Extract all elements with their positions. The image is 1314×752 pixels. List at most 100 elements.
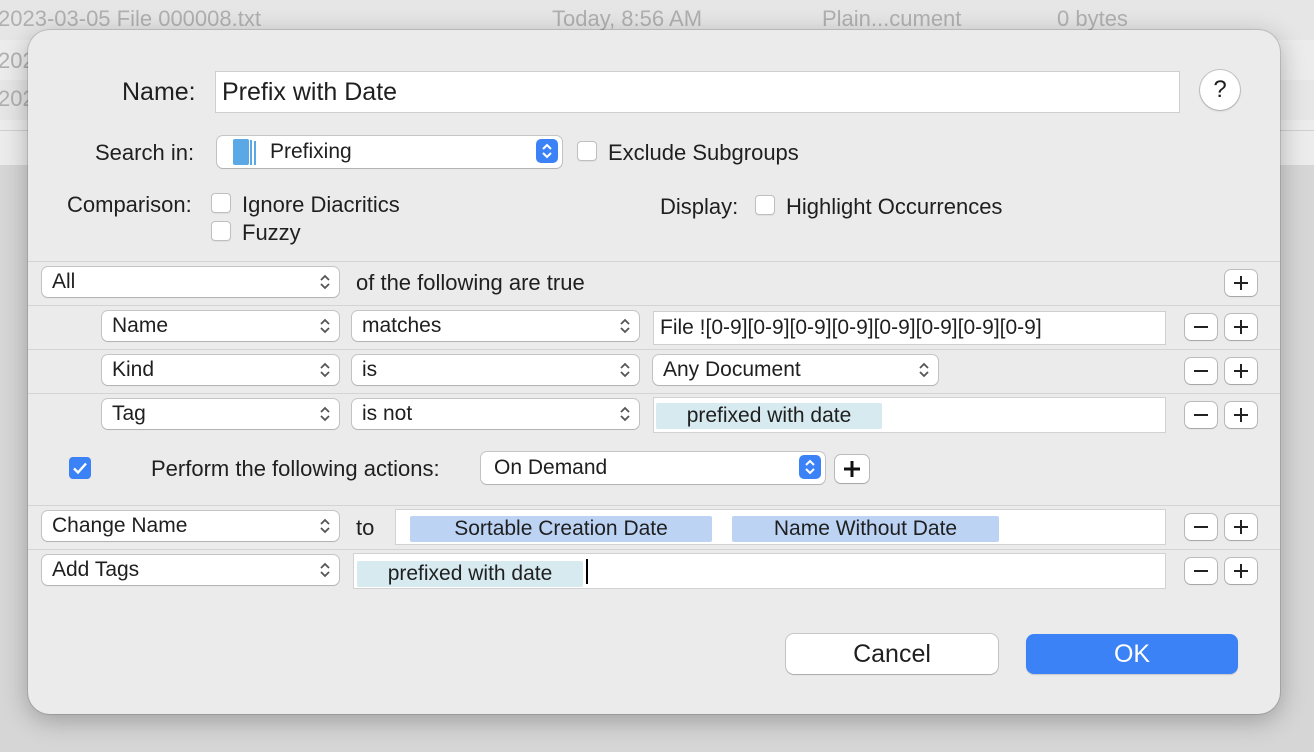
placeholder-token[interactable]: Name Without Date (732, 516, 999, 542)
checkmark-icon (73, 462, 87, 475)
match-mode-popup[interactable]: All (42, 267, 339, 297)
criterion-value-field[interactable]: File ![0-9][0-9][0-9][0-9][0-9][0-9][0-9… (653, 311, 1166, 345)
chevron-updown-icon (319, 272, 331, 292)
criterion-value-text: File ![0-9][0-9][0-9][0-9][0-9][0-9][0-9… (660, 316, 1042, 339)
minus-icon (1194, 570, 1208, 572)
plus-icon (1234, 364, 1248, 378)
criterion-operator-value: matches (362, 314, 442, 337)
divider (28, 393, 1280, 394)
remove-action-button[interactable] (1185, 514, 1217, 540)
search-in-value: Prefixing (270, 140, 352, 163)
remove-criterion-button[interactable] (1185, 402, 1217, 428)
fuzzy-checkbox[interactable] (211, 221, 231, 241)
action-type-value: Change Name (52, 514, 188, 537)
name-label: Name: (122, 78, 196, 106)
add-criterion-button[interactable] (1225, 314, 1257, 340)
minus-icon (1194, 526, 1208, 528)
name-field-value: Prefix with Date (222, 78, 398, 106)
criterion-field-popup[interactable]: Tag (102, 399, 339, 429)
help-button[interactable]: ? (1200, 70, 1240, 110)
exclude-subgroups-label: Exclude Subgroups (608, 140, 799, 165)
tag-token[interactable]: prefixed with date (656, 403, 882, 429)
criterion-operator-popup[interactable]: matches (352, 311, 639, 341)
plus-icon (1234, 408, 1248, 422)
action-type-value: Add Tags (52, 558, 140, 581)
perform-when-popup[interactable]: On Demand (481, 452, 825, 484)
tag-token-field[interactable]: prefixed with date (653, 397, 1166, 433)
criterion-field-value: Tag (112, 402, 146, 425)
chevron-updown-icon (319, 516, 331, 536)
remove-action-button[interactable] (1185, 558, 1217, 584)
match-suffix-label: of the following are true (356, 270, 585, 295)
search-in-label: Search in: (95, 140, 195, 165)
fuzzy-label: Fuzzy (242, 220, 301, 245)
tags-token-field[interactable]: prefixed with date (353, 553, 1166, 589)
perform-actions-checkbox[interactable] (69, 457, 91, 479)
tag-token[interactable]: prefixed with date (357, 561, 583, 587)
divider (28, 549, 1280, 550)
comparison-label: Comparison: (67, 192, 192, 217)
divider (28, 505, 1280, 506)
ignore-diacritics-checkbox[interactable] (211, 193, 231, 213)
placeholder-token[interactable]: Sortable Creation Date (410, 516, 712, 542)
file-name: 2023-03-05 File 000008.txt (0, 6, 261, 31)
name-token-field[interactable]: Sortable Creation Date Name Without Date (395, 509, 1166, 545)
remove-criterion-button[interactable] (1185, 358, 1217, 384)
add-criterion-button[interactable] (1225, 270, 1257, 296)
add-criterion-button[interactable] (1225, 402, 1257, 428)
chevron-updown-icon (319, 360, 331, 380)
chevron-updown-icon (619, 404, 631, 424)
smart-rule-dialog: Name: Prefix with Date ? Search in: Pref… (28, 30, 1280, 714)
chevron-updown-icon (319, 316, 331, 336)
criterion-field-popup[interactable]: Name (102, 311, 339, 341)
plus-icon (844, 461, 860, 477)
file-date: Today, 8:56 AM (552, 6, 703, 31)
chevron-updown-icon (619, 316, 631, 336)
minus-icon (1194, 414, 1208, 416)
highlight-occurrences-checkbox[interactable] (755, 195, 775, 215)
criterion-value-popup[interactable]: Any Document (653, 355, 938, 385)
action-type-popup[interactable]: Add Tags (42, 555, 339, 585)
chevron-updown-icon (319, 404, 331, 424)
file-size: 0 bytes (1057, 6, 1128, 31)
highlight-occurrences-label: Highlight Occurrences (786, 194, 1003, 219)
criterion-operator-value: is not (362, 402, 413, 425)
match-mode-value: All (52, 270, 76, 293)
exclude-subgroups-checkbox[interactable] (577, 141, 597, 161)
add-action-button[interactable] (1225, 558, 1257, 584)
criterion-operator-popup[interactable]: is not (352, 399, 639, 429)
ok-button[interactable]: OK (1026, 634, 1238, 674)
add-action-button[interactable] (1225, 514, 1257, 540)
action-type-popup[interactable]: Change Name (42, 511, 339, 541)
name-field[interactable]: Prefix with Date (215, 71, 1180, 113)
plus-icon (1234, 320, 1248, 334)
criterion-field-popup[interactable]: Kind (102, 355, 339, 385)
chevron-updown-icon (619, 360, 631, 380)
text-caret (586, 559, 588, 584)
chevron-updown-icon (536, 139, 558, 163)
perform-actions-label: Perform the following actions: (151, 456, 440, 481)
divider (28, 261, 1280, 262)
chevron-updown-icon (799, 455, 821, 479)
group-icon (233, 139, 257, 171)
minus-icon (1194, 370, 1208, 372)
criterion-field-value: Kind (112, 358, 155, 381)
criterion-field-value: Name (112, 314, 169, 337)
criterion-operator-value: is (362, 358, 378, 381)
ignore-diacritics-label: Ignore Diacritics (242, 192, 400, 217)
criterion-value-text: Any Document (663, 358, 801, 381)
chevron-updown-icon (319, 560, 331, 580)
add-action-button[interactable] (835, 455, 869, 483)
plus-icon (1234, 276, 1248, 290)
to-label: to (356, 515, 375, 540)
remove-criterion-button[interactable] (1185, 314, 1217, 340)
minus-icon (1194, 326, 1208, 328)
search-in-popup[interactable]: Prefixing (217, 136, 562, 168)
divider (28, 349, 1280, 350)
display-label: Display: (660, 194, 739, 219)
perform-when-value: On Demand (494, 456, 608, 479)
plus-icon (1234, 520, 1248, 534)
add-criterion-button[interactable] (1225, 358, 1257, 384)
cancel-button[interactable]: Cancel (786, 634, 998, 674)
criterion-operator-popup[interactable]: is (352, 355, 639, 385)
